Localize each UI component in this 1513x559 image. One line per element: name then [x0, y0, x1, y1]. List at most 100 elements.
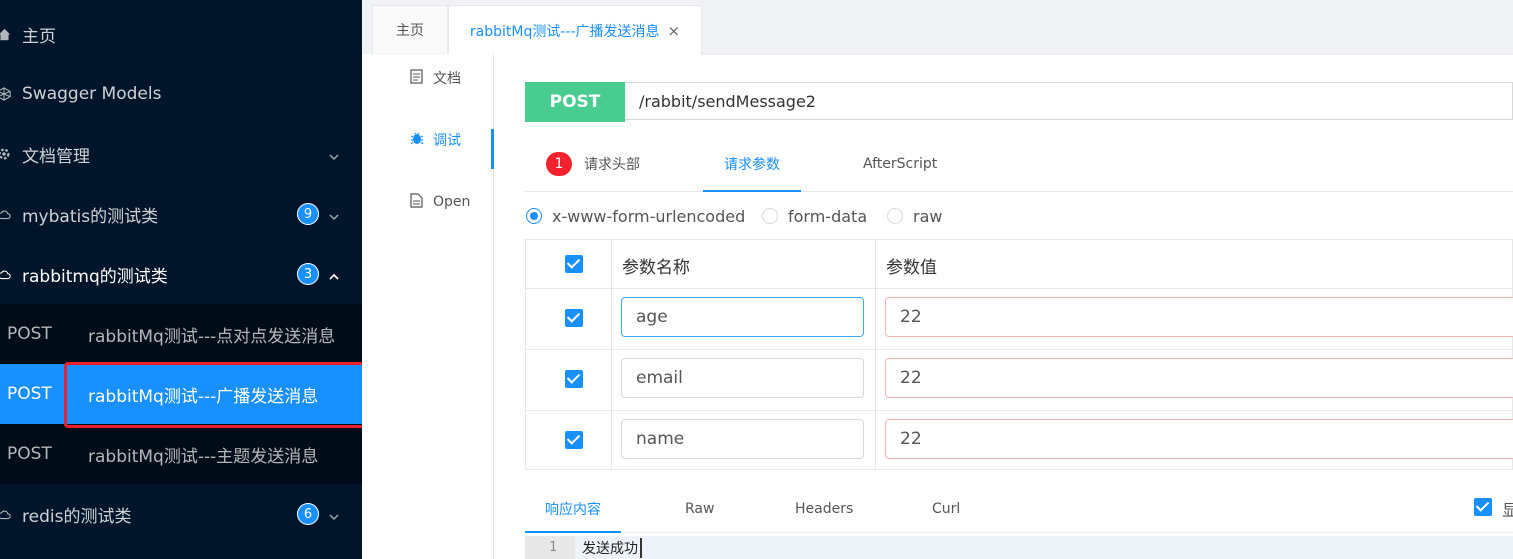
url-field[interactable]: /rabbit/sendMessage2: [625, 82, 1513, 120]
sidebar-item-label: rabbitmq的测试类: [22, 266, 168, 287]
row-checkbox[interactable]: [565, 309, 583, 327]
tab-label: Open: [433, 194, 471, 210]
bug-icon: [410, 131, 424, 149]
tab-response-curl[interactable]: Curl: [932, 486, 960, 532]
file-text-icon: [410, 192, 423, 212]
tab-debug[interactable]: 调试: [362, 120, 494, 169]
radio-circle: [887, 208, 903, 224]
sidebar-item-label: Swagger Models: [22, 84, 162, 104]
response-editor[interactable]: 1 发送成功: [525, 536, 1513, 559]
radio-form-data[interactable]: form-data: [762, 206, 867, 226]
row-checkbox[interactable]: [565, 370, 583, 388]
param-value-input[interactable]: 22: [885, 419, 1513, 459]
sidebar: 主页 Swagger Models 文档管理 mybatis的测试类 9 rab…: [0, 0, 362, 559]
chevron-down-icon: [328, 208, 340, 221]
tab-afterscript[interactable]: AfterScript: [863, 137, 937, 191]
tab-open[interactable]: Open: [362, 182, 493, 222]
tab-response-headers[interactable]: Headers: [795, 486, 853, 532]
cloud-icon: [0, 206, 12, 222]
tab-broadcast[interactable]: rabbitMq测试---广播发送消息 ×: [448, 5, 702, 55]
chevron-down-icon: [328, 148, 340, 161]
gear-icon: [0, 146, 12, 162]
radio-label: x-www-form-urlencoded: [552, 206, 746, 226]
api-title: rabbitMq测试---点对点发送消息: [88, 326, 336, 347]
param-value-input[interactable]: 22: [885, 297, 1513, 337]
param-name-input[interactable]: name: [621, 419, 864, 459]
tab-label: Headers: [795, 501, 854, 517]
row-checkbox[interactable]: [565, 431, 583, 449]
line-number: 1: [525, 536, 575, 559]
show-option-checkbox[interactable]: [1474, 498, 1492, 516]
params-table: 参数名称 参数值 age 22 email 22 name 22: [525, 239, 1513, 471]
method-badge: POST: [525, 82, 625, 122]
close-icon[interactable]: ×: [668, 22, 681, 40]
api-title: rabbitMq测试---主题发送消息: [88, 446, 319, 467]
tab-doc[interactable]: 文档: [362, 58, 493, 98]
show-option-label: 显: [1502, 501, 1513, 520]
home-icon: [0, 26, 12, 42]
tab-label: 响应内容: [545, 502, 601, 518]
radio-circle: [762, 208, 778, 224]
chevron-down-icon: [328, 508, 340, 521]
tab-label: AfterScript: [863, 156, 938, 172]
sidebar-subitem-topic[interactable]: POST rabbitMq测试---主题发送消息: [0, 424, 362, 484]
tab-label: 文档: [433, 71, 461, 87]
sidebar-item-label: redis的测试类: [22, 506, 132, 527]
tab-response-raw[interactable]: Raw: [685, 486, 714, 532]
tab-label: rabbitMq测试---广播发送消息: [469, 23, 660, 40]
tab-home[interactable]: 主页: [372, 5, 448, 53]
response-text: 发送成功: [582, 538, 642, 558]
cloud-icon: [0, 266, 12, 282]
file-icon: [410, 68, 423, 88]
radio-label: raw: [913, 206, 943, 226]
sidebar-subitem-point-to-point[interactable]: POST rabbitMq测试---点对点发送消息: [0, 304, 362, 364]
codepen-icon: [0, 86, 12, 102]
response-tabs: 响应内容 Raw Headers Curl: [525, 486, 1513, 533]
method-label: POST: [7, 324, 52, 344]
tab-bar: 主页 rabbitMq测试---广播发送消息 ×: [362, 0, 1513, 55]
tab-label: 请求头部: [584, 157, 640, 173]
param-name-input[interactable]: email: [621, 358, 864, 398]
sidebar-item-home[interactable]: 主页: [0, 4, 362, 64]
table-row: email 22: [526, 349, 1513, 411]
tab-response-content[interactable]: 响应内容: [525, 486, 621, 533]
sidebar-item-label: mybatis的测试类: [22, 206, 159, 227]
table-header: 参数名称 参数值: [526, 240, 1513, 289]
header-count-badge: 1: [546, 152, 572, 176]
count-badge: 6: [297, 503, 319, 525]
tab-label: Raw: [685, 501, 715, 517]
sidebar-item-rabbitmq[interactable]: rabbitmq的测试类 3: [0, 244, 362, 304]
param-name-input[interactable]: age: [621, 297, 864, 337]
method-label: POST: [7, 384, 52, 404]
request-tabs: 1 请求头部 请求参数 AfterScript: [525, 137, 1513, 192]
doc-side-tabs: 文档 调试 Open: [362, 54, 494, 559]
radio-urlencoded[interactable]: x-www-form-urlencoded: [526, 206, 745, 226]
tab-request-headers[interactable]: 请求头部: [584, 137, 640, 191]
radio-circle: [526, 208, 542, 224]
table-row: name 22: [526, 410, 1513, 471]
tab-label: 调试: [433, 133, 461, 149]
radio-label: form-data: [788, 206, 868, 226]
chevron-up-icon: [328, 268, 340, 280]
cloud-icon: [0, 506, 12, 522]
table-row: age 22: [526, 288, 1513, 350]
annotation-highlight-box: [64, 362, 386, 428]
tab-label: 请求参数: [724, 157, 780, 173]
sidebar-item-swagger-models[interactable]: Swagger Models: [0, 64, 362, 124]
count-badge: 3: [297, 263, 319, 285]
sidebar-item-label: 主页: [22, 26, 56, 47]
radio-raw[interactable]: raw: [887, 206, 942, 226]
sidebar-item-redis[interactable]: redis的测试类 6: [0, 484, 362, 544]
select-all-checkbox[interactable]: [565, 255, 583, 273]
sidebar-item-doc-management[interactable]: 文档管理: [0, 124, 362, 184]
column-header: 参数值: [886, 258, 937, 278]
tab-request-params[interactable]: 请求参数: [703, 137, 801, 192]
column-header: 参数名称: [622, 258, 690, 278]
method-label: POST: [7, 444, 52, 464]
tab-label: 主页: [396, 22, 424, 39]
count-badge: 9: [297, 203, 319, 225]
tab-label: Curl: [932, 501, 961, 517]
sidebar-item-label: 文档管理: [22, 146, 90, 167]
sidebar-item-mybatis[interactable]: mybatis的测试类 9: [0, 184, 362, 244]
param-value-input[interactable]: 22: [885, 358, 1513, 398]
